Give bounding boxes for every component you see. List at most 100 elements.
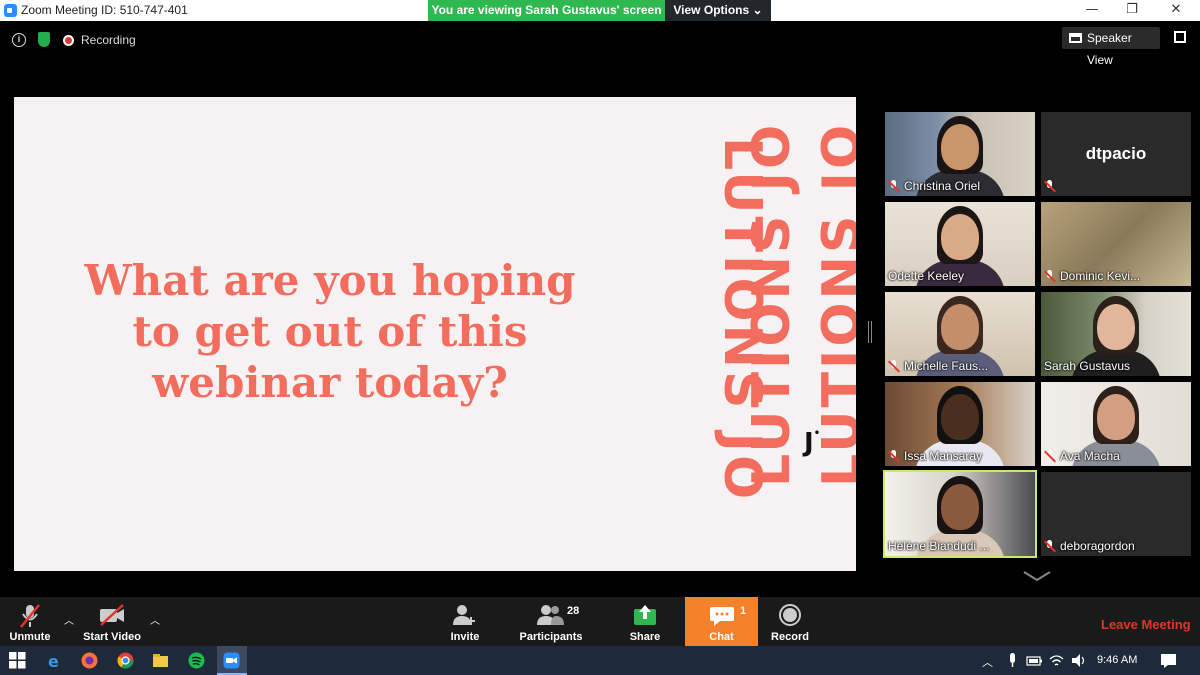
participant-tile[interactable]: deboragordon — [1041, 472, 1191, 556]
view-options-button[interactable]: View Options ⌄ — [665, 0, 771, 21]
record-button[interactable]: Record — [768, 597, 812, 646]
zoom-window: Zoom Meeting ID: 510-747-401 You are vie… — [0, 0, 1200, 675]
shared-screen: What are you hoping to get out of this w… — [14, 97, 856, 571]
participant-face — [941, 214, 979, 260]
edge-icon[interactable]: e — [46, 652, 63, 669]
participant-name: Christina Oriel — [904, 179, 981, 193]
invite-button[interactable]: Invite — [440, 597, 490, 646]
participant-name-label: Hélène Biandudi ... — [888, 539, 989, 553]
start-video-button[interactable]: Start Video — [80, 597, 144, 646]
participant-face — [1097, 394, 1135, 440]
notifications-icon[interactable] — [1160, 652, 1177, 669]
muted-mic-icon — [888, 359, 900, 373]
share-screen-button[interactable]: Share — [622, 597, 668, 646]
meeting-toolbar: Unmute ︿ Start Video ︿ Invite 28 Partici… — [0, 597, 1200, 646]
share-screen-icon — [634, 605, 656, 625]
chat-unread-count: 1 — [740, 605, 747, 617]
chevron-down-icon: ⌄ — [752, 3, 763, 17]
unmute-button[interactable]: Unmute — [4, 597, 56, 646]
muted-mic-icon — [1044, 180, 1056, 193]
chrome-icon[interactable] — [117, 652, 134, 669]
participant-tile[interactable]: Michelle Faus... — [885, 292, 1035, 376]
participant-tile[interactable]: Odette Keeley — [885, 202, 1035, 286]
svg-text:e: e — [48, 652, 59, 669]
participant-tile[interactable]: Sarah Gustavus — [1041, 292, 1191, 376]
participant-name-label: Michelle Faus... — [888, 359, 988, 373]
speaker-view-button[interactable]: Speaker View — [1062, 27, 1160, 67]
volume-icon[interactable] — [1070, 652, 1087, 669]
participant-tile[interactable]: Dominic Kevi... — [1041, 202, 1191, 286]
participant-name-label: Odette Keeley — [888, 269, 964, 283]
participant-name: Ava Macha — [1060, 449, 1120, 463]
muted-mic-icon — [888, 449, 900, 463]
band-text: LUTIONS JO — [742, 121, 802, 487]
participant-tile[interactable]: Ava Macha — [1041, 382, 1191, 466]
participant-tile[interactable]: Christina Oriel — [885, 112, 1035, 196]
slide-decoration-band: LUTIONS JO LUTIONS JO LUTIONS JO — [632, 97, 856, 571]
participant-name: Dominic Kevi... — [1060, 269, 1141, 283]
share-label: Share — [629, 631, 661, 643]
clock[interactable]: 9:46 AM — [1097, 654, 1137, 666]
spotify-icon[interactable] — [188, 652, 205, 669]
firefox-icon[interactable] — [81, 652, 98, 669]
chat-button[interactable]: 1 Chat — [685, 597, 758, 646]
participant-face — [941, 124, 979, 170]
participants-count: 28 — [567, 605, 580, 617]
participant-name: Odette Keeley — [888, 269, 965, 283]
info-icon[interactable]: i — [12, 33, 26, 47]
participant-name: Sarah Gustavus — [1044, 359, 1131, 373]
participants-button[interactable]: 28 Participants — [515, 597, 587, 646]
chat-label: Chat — [709, 631, 734, 643]
record-icon — [779, 604, 801, 626]
view-options-label: View Options — [673, 3, 750, 17]
slide-logo: J• — [804, 428, 821, 458]
participant-name-label: Ava Macha — [1044, 449, 1120, 463]
encryption-shield-icon[interactable] — [38, 32, 50, 47]
minimize-button[interactable]: — — [1072, 0, 1112, 21]
participant-tile[interactable]: Hélène Biandudi ... — [883, 470, 1037, 558]
participant-display-name: dtpacio — [1085, 144, 1147, 163]
show-hidden-icons-icon[interactable]: ︿ — [982, 654, 993, 670]
windows-start-icon[interactable] — [9, 652, 26, 669]
audio-options-caret-icon[interactable]: ︿ — [64, 612, 74, 627]
start-video-label: Start Video — [83, 631, 141, 643]
participant-face — [941, 304, 979, 350]
invite-person-icon — [453, 605, 475, 625]
video-off-icon — [100, 604, 124, 626]
microphone-tray-icon[interactable] — [1004, 652, 1021, 669]
speaker-view-icon — [1069, 33, 1082, 43]
maximize-button[interactable]: ❐ — [1112, 0, 1152, 21]
slide-question: What are you hoping to get out of this w… — [84, 256, 576, 407]
participant-tile[interactable]: Issa Mansaray — [885, 382, 1035, 466]
participant-name: deboragordon — [1060, 539, 1135, 553]
participant-face — [941, 394, 979, 440]
participant-name-label: Sarah Gustavus — [1044, 359, 1130, 373]
zoom-icon[interactable] — [223, 652, 240, 669]
windows-taskbar: e ︿ 9:46 AM — [0, 646, 1200, 675]
recording-label: Recording — [81, 33, 136, 47]
participant-name-label — [1044, 180, 1056, 193]
invite-label: Invite — [450, 631, 480, 643]
gallery-next-chevron-icon[interactable] — [1022, 570, 1052, 582]
recording-dot-icon — [63, 35, 74, 46]
participant-tile[interactable]: dtpacio — [1041, 112, 1191, 196]
fullscreen-icon[interactable] — [1174, 31, 1186, 43]
muted-mic-icon — [1044, 539, 1056, 553]
leave-meeting-button[interactable]: Leave Meeting — [1101, 617, 1191, 632]
battery-icon[interactable] — [1026, 652, 1043, 669]
record-label: Record — [771, 631, 809, 643]
participants-icon — [537, 605, 564, 625]
participant-name: Michelle Faus... — [904, 359, 989, 373]
panel-splitter-handle[interactable] — [868, 321, 872, 343]
participant-name: Hélène Biandudi ... — [888, 539, 990, 553]
video-options-caret-icon[interactable]: ︿ — [150, 612, 160, 627]
close-button[interactable]: ✕ — [1156, 0, 1196, 21]
logo-text: J — [804, 428, 814, 458]
participants-label: Participants — [519, 631, 583, 643]
microphone-muted-icon — [20, 604, 40, 628]
wifi-icon[interactable] — [1048, 652, 1065, 669]
file-explorer-icon[interactable] — [152, 652, 169, 669]
participant-face — [941, 484, 979, 530]
participant-name-label: deboragordon — [1044, 539, 1135, 553]
participant-name-label: Issa Mansaray — [888, 449, 982, 463]
